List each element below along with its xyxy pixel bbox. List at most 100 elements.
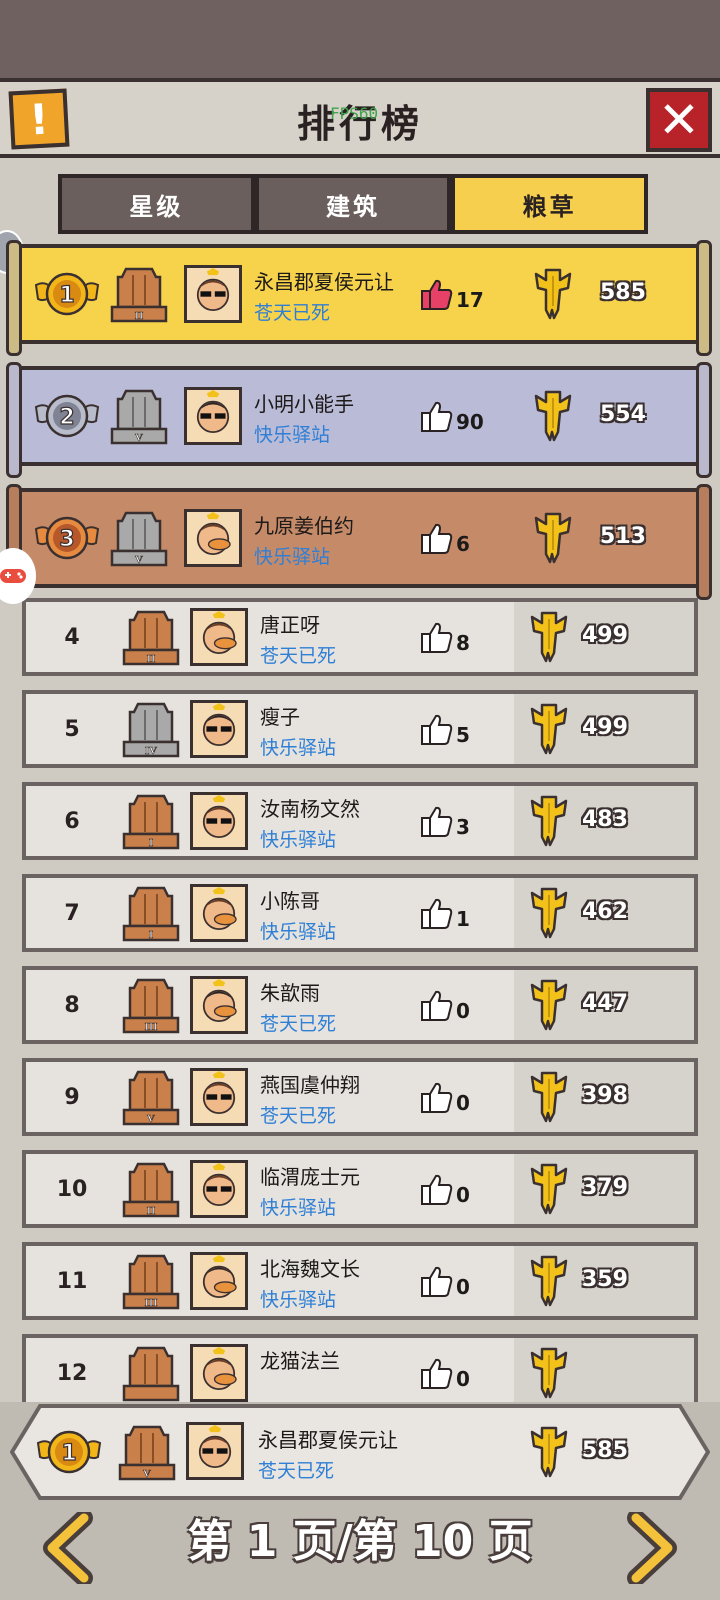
svg-text:V: V xyxy=(143,1468,151,1480)
scroll-end-right xyxy=(696,240,712,356)
close-button[interactable]: ✕ xyxy=(646,88,712,152)
scroll-end-right xyxy=(696,362,712,478)
avatar[interactable] xyxy=(184,387,242,445)
like-count: 0 xyxy=(456,1091,470,1115)
grain-icon xyxy=(530,979,568,1031)
avatar[interactable] xyxy=(184,265,242,323)
thumbs-up-icon[interactable] xyxy=(420,1172,454,1206)
svg-text:IV: IV xyxy=(145,745,157,757)
server-name: 快乐驿站 xyxy=(260,737,337,759)
my-avatar[interactable] xyxy=(186,1422,244,1480)
avatar[interactable] xyxy=(190,608,248,666)
thumbs-up-icon[interactable] xyxy=(420,712,454,746)
table-row[interactable]: 3 V 九原姜伯约 快乐驿站 6 513 xyxy=(6,484,712,600)
table-row[interactable]: 8 III 朱歆雨 苍天已死 0 447 xyxy=(22,966,698,1044)
server-name: 苍天已死 xyxy=(260,1105,337,1127)
thumbs-up-icon[interactable] xyxy=(420,399,454,433)
thumbs-up-icon[interactable] xyxy=(420,1264,454,1298)
tab-building[interactable]: 建筑 xyxy=(254,174,452,234)
tab-provisions[interactable]: 粮草 xyxy=(451,174,649,234)
server-name: 快乐驿站 xyxy=(260,921,337,943)
avatar[interactable] xyxy=(184,509,242,567)
svg-text:1: 1 xyxy=(61,1441,76,1466)
pagination-label: 第 1 页/第 10 页 xyxy=(187,1516,533,1567)
score-value: 359 xyxy=(582,1267,628,1292)
my-rank-row: 1 V 永昌郡夏侯元让 苍天已死 585 xyxy=(0,1404,720,1500)
thumbs-up-icon[interactable] xyxy=(420,277,454,311)
rank-medal-icon: 3 xyxy=(34,516,100,560)
server-name: 快乐驿站 xyxy=(260,1289,337,1311)
table-row[interactable]: 11 III 北海魏文长 快乐驿站 0 359 xyxy=(22,1242,698,1320)
avatar[interactable] xyxy=(190,884,248,942)
avatar[interactable] xyxy=(190,700,248,758)
avatar[interactable] xyxy=(190,976,248,1034)
svg-text:2: 2 xyxy=(59,405,74,430)
grain-icon xyxy=(530,1255,568,1307)
like-count: 6 xyxy=(456,532,470,556)
like-count: 0 xyxy=(456,1183,470,1207)
rank-number: 9 xyxy=(64,1085,80,1110)
my-tier-badge-icon: V xyxy=(118,1425,176,1480)
my-grain-icon xyxy=(530,1426,568,1478)
rank-number: 10 xyxy=(56,1177,88,1202)
scroll-end-left xyxy=(6,240,22,356)
tier-badge-icon: II xyxy=(122,610,180,665)
like-count: 0 xyxy=(456,1367,470,1391)
tab-star-level[interactable]: 星级 xyxy=(58,174,255,234)
player-name: 唐正呀 xyxy=(260,613,320,637)
svg-text:I: I xyxy=(149,929,153,941)
rank-medal-icon: 1 xyxy=(34,272,100,316)
ranking-list[interactable]: 1 II 永昌郡夏侯元让 苍天已死 17 585 2 V 小明小能手 快乐驿站 90 554 3 V 九原姜… xyxy=(0,240,720,1402)
grain-icon xyxy=(534,512,572,564)
like-count: 0 xyxy=(456,999,470,1023)
score-value: 554 xyxy=(600,402,646,427)
table-row[interactable]: 9 V 燕国虞仲翔 苍天已死 0 398 xyxy=(22,1058,698,1136)
fps-overlay: FPS60 xyxy=(330,104,379,123)
thumbs-up-icon[interactable] xyxy=(420,1356,454,1390)
player-name: 龙猫法兰 xyxy=(260,1349,340,1373)
server-name: 苍天已死 xyxy=(254,302,331,324)
avatar[interactable] xyxy=(190,1068,248,1126)
chevron-right-icon[interactable] xyxy=(624,1512,680,1584)
avatar[interactable] xyxy=(190,1160,248,1218)
my-server-name: 苍天已死 xyxy=(258,1460,335,1482)
thumbs-up-icon[interactable] xyxy=(420,1080,454,1114)
score-value: 379 xyxy=(582,1175,628,1200)
top-status-band xyxy=(0,0,720,78)
grain-icon xyxy=(534,268,572,320)
rank-number: 8 xyxy=(64,993,80,1018)
avatar[interactable] xyxy=(190,792,248,850)
avatar[interactable] xyxy=(190,1344,248,1402)
table-row[interactable]: 7 I 小陈哥 快乐驿站 1 462 xyxy=(22,874,698,952)
like-count: 3 xyxy=(456,815,470,839)
thumbs-up-icon[interactable] xyxy=(420,521,454,555)
scroll-end-left xyxy=(6,362,22,478)
table-row[interactable]: 4 II 唐正呀 苍天已死 8 499 xyxy=(22,598,698,676)
thumbs-up-icon[interactable] xyxy=(420,988,454,1022)
player-name: 小明小能手 xyxy=(254,392,354,416)
my-rank-medal-icon: 1 xyxy=(36,1430,102,1474)
tier-badge-icon: III xyxy=(122,1254,180,1309)
svg-text:V: V xyxy=(135,432,143,444)
score-value: 499 xyxy=(582,715,628,740)
tier-badge-icon: II xyxy=(122,1162,180,1217)
info-button[interactable]: ! xyxy=(8,88,70,150)
table-row[interactable]: 1 II 永昌郡夏侯元让 苍天已死 17 585 xyxy=(6,240,712,356)
scroll-end-right xyxy=(696,484,712,600)
tier-badge-icon: V xyxy=(110,389,168,444)
table-row[interactable]: 12 龙猫法兰 0 xyxy=(22,1334,698,1402)
table-row[interactable]: 5 IV 瘦子 快乐驿站 5 499 xyxy=(22,690,698,768)
table-row[interactable]: 10 II 临渭庞士元 快乐驿站 0 379 xyxy=(22,1150,698,1228)
player-name: 朱歆雨 xyxy=(260,981,320,1005)
rank-number: 11 xyxy=(56,1269,88,1294)
my-score-value: 585 xyxy=(582,1438,628,1463)
table-row[interactable]: 2 V 小明小能手 快乐驿站 90 554 xyxy=(6,362,712,478)
thumbs-up-icon[interactable] xyxy=(420,620,454,654)
avatar[interactable] xyxy=(190,1252,248,1310)
table-row[interactable]: 6 I 汝南杨文然 快乐驿站 3 483 xyxy=(22,782,698,860)
thumbs-up-icon[interactable] xyxy=(420,804,454,838)
thumbs-up-icon[interactable] xyxy=(420,896,454,930)
rank-medal-icon: 2 xyxy=(34,394,100,438)
tier-badge-icon xyxy=(122,1346,180,1402)
tier-badge-icon: I xyxy=(122,794,180,849)
